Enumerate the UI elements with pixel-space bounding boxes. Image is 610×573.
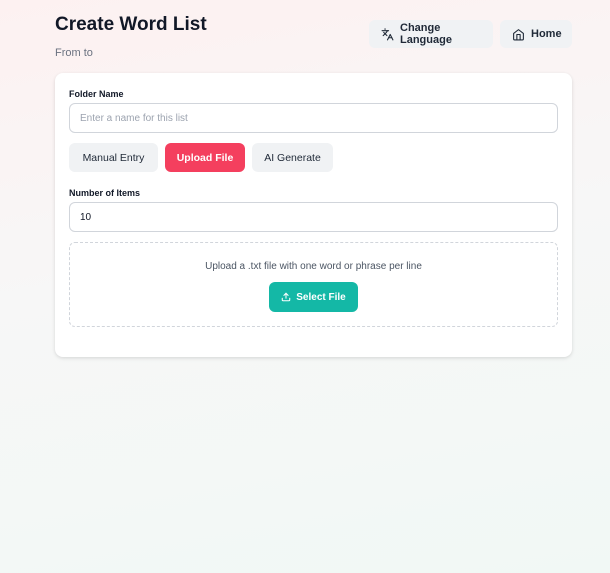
- page-header: Create Word List From to: [55, 14, 207, 60]
- change-language-button[interactable]: Change Language: [369, 20, 493, 48]
- translate-icon: [381, 28, 394, 41]
- select-file-label: Select File: [296, 291, 346, 303]
- page-title: Create Word List: [55, 14, 207, 35]
- tab-manual-entry[interactable]: Manual Entry: [69, 143, 158, 172]
- folder-name-input[interactable]: Enter a name for this list: [69, 103, 558, 133]
- page-subtitle: From to: [55, 47, 93, 59]
- home-icon: [512, 28, 525, 41]
- number-of-items-value: 10: [80, 211, 92, 223]
- upload-instructions: Upload a .txt file with one word or phra…: [205, 261, 422, 272]
- number-of-items-input[interactable]: 10: [69, 202, 558, 232]
- change-language-label: Change Language: [400, 22, 452, 46]
- number-of-items-label: Number of Items: [69, 188, 141, 198]
- home-button[interactable]: Home: [500, 20, 572, 48]
- folder-name-placeholder: Enter a name for this list: [80, 112, 188, 124]
- file-dropzone[interactable]: Upload a .txt file with one word or phra…: [69, 242, 558, 327]
- tab-upload-file[interactable]: Upload File: [165, 143, 245, 172]
- tab-ai-generate[interactable]: AI Generate: [252, 143, 333, 172]
- upload-icon: [281, 292, 291, 302]
- home-label: Home: [531, 28, 562, 40]
- select-file-button[interactable]: Select File: [269, 282, 358, 312]
- create-list-card: Folder Name Enter a name for this list M…: [55, 73, 572, 357]
- folder-name-label: Folder Name: [69, 89, 124, 99]
